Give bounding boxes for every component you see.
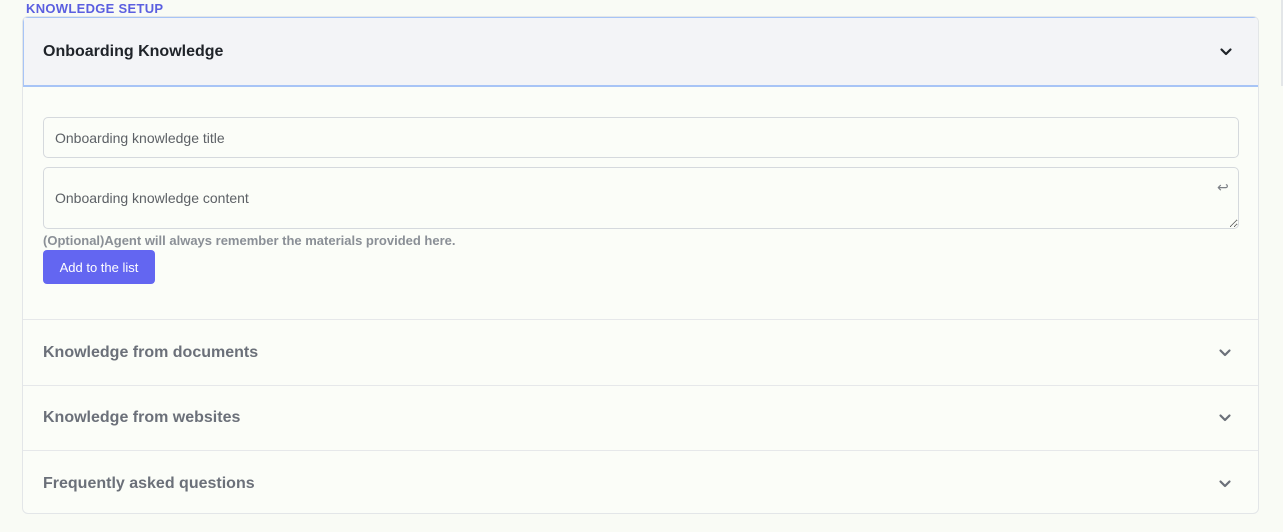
onboarding-knowledge-panel: ↩ (Optional)Agent will always remember t… xyxy=(23,87,1258,320)
accordion-item-documents[interactable]: Knowledge from documents xyxy=(23,321,1258,386)
knowledge-content-input[interactable] xyxy=(43,167,1239,229)
knowledge-title-input[interactable] xyxy=(43,117,1239,158)
accordion-header-onboarding-knowledge[interactable]: Onboarding Knowledge xyxy=(23,17,1258,87)
optional-hint: (Optional)Agent will always remember the… xyxy=(43,233,456,248)
section-label: KNOWLEDGE SETUP xyxy=(26,1,164,16)
accordion-item-title: Knowledge from websites xyxy=(43,409,241,426)
accordion-item-title: Frequently asked questions xyxy=(43,474,255,492)
accordion-item-title: Knowledge from documents xyxy=(43,344,259,361)
chevron-down-icon[interactable] xyxy=(1216,409,1234,427)
accordion-item-websites[interactable]: Knowledge from websites xyxy=(23,386,1258,451)
enter-icon: ↩ xyxy=(1217,179,1229,195)
accordion-item-faq[interactable]: Frequently asked questions xyxy=(23,451,1258,513)
add-to-list-button[interactable]: Add to the list xyxy=(43,250,155,284)
chevron-down-icon[interactable] xyxy=(1216,475,1234,493)
chevron-down-icon[interactable] xyxy=(1216,344,1234,362)
accordion-title: Onboarding Knowledge xyxy=(43,42,224,60)
knowledge-accordion: Onboarding Knowledge ↩ (Optional)Agent w… xyxy=(22,16,1259,514)
chevron-down-icon[interactable] xyxy=(1217,43,1235,61)
